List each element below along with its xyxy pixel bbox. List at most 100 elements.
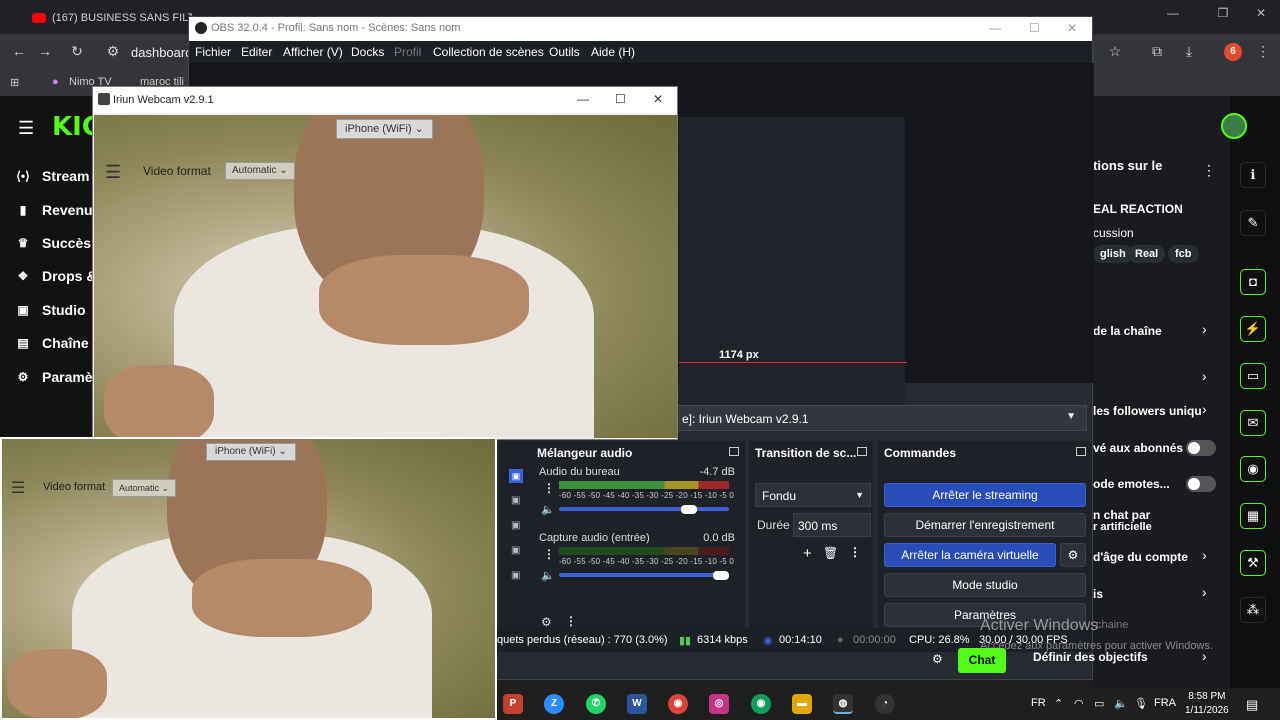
- subscribers-only-toggle[interactable]: [1186, 440, 1216, 456]
- lock-icon[interactable]: ▣: [511, 495, 520, 506]
- broadcast-icon[interactable]: ◉: [1240, 456, 1266, 482]
- device-select[interactable]: iPhone (WiFi) ⌄: [206, 443, 296, 461]
- lightning-icon[interactable]: ⚡: [1240, 316, 1266, 342]
- obs-taskbar-icon[interactable]: ◍: [833, 694, 853, 714]
- emote-mode-toggle[interactable]: [1186, 476, 1216, 492]
- chevron-right-icon[interactable]: ›: [1202, 321, 1207, 337]
- speaker-icon[interactable]: 🔈: [541, 569, 555, 582]
- notification-icon[interactable]: ▤: [1246, 697, 1258, 713]
- close-icon[interactable]: ✕: [653, 92, 663, 106]
- reload-icon[interactable]: ↻: [68, 43, 86, 60]
- menu-edit[interactable]: Editer: [241, 45, 272, 59]
- volume-icon[interactable]: 🔈: [1114, 697, 1128, 710]
- account-age-row[interactable]: d'âge du compte: [1093, 550, 1230, 564]
- volume-slider[interactable]: [559, 573, 729, 577]
- bookmark-star-icon[interactable]: ☆: [1106, 43, 1124, 60]
- transition-select[interactable]: Fondu ▼: [755, 483, 871, 507]
- studio-mode-button[interactable]: Mode studio: [884, 573, 1086, 597]
- undock-icon[interactable]: [729, 447, 739, 456]
- tray-chevron-up-icon[interactable]: ⌃: [1054, 697, 1063, 710]
- microphone-icon[interactable]: 🎙: [1134, 697, 1148, 710]
- lock-icon[interactable]: ▣: [509, 469, 523, 483]
- browser-tab-youtube[interactable]: (167) BUSINESS SANS FILTRE: [32, 6, 192, 30]
- chevron-right-icon[interactable]: ›: [1202, 401, 1207, 417]
- followers-only-row[interactable]: les followers uniqu: [1093, 404, 1230, 418]
- menu-kebab-icon[interactable]: ⋮: [1254, 43, 1272, 60]
- wifi-icon[interactable]: ◠: [1074, 697, 1084, 710]
- chat-bubble-icon[interactable]: ✉: [1240, 410, 1266, 436]
- lock-icon[interactable]: ▣: [511, 545, 520, 556]
- speaker-icon[interactable]: 🔈: [541, 503, 555, 516]
- mixer-settings-gear-icon[interactable]: ⚙: [541, 615, 552, 629]
- file-explorer-icon[interactable]: ▬: [792, 694, 812, 714]
- chevron-right-icon[interactable]: ›: [1202, 368, 1207, 384]
- hamburger-menu-icon[interactable]: ☰: [11, 480, 25, 498]
- whatsapp-icon[interactable]: ✆: [586, 694, 606, 714]
- chevron-right-icon[interactable]: ›: [1202, 547, 1207, 563]
- chevron-right-icon[interactable]: ›: [1202, 584, 1207, 600]
- sidebar-item-settings[interactable]: ⚙ Paramè: [16, 369, 93, 385]
- maximize-icon[interactable]: ☐: [615, 92, 626, 106]
- video-format-select[interactable]: Automatic ⌄: [225, 162, 295, 180]
- stop-virtual-camera-button[interactable]: Arrêter la caméra virtuelle: [884, 543, 1056, 567]
- volume-slider-handle[interactable]: [713, 571, 729, 580]
- tag-chip[interactable]: Real: [1128, 245, 1166, 263]
- instagram-icon[interactable]: ◎: [709, 694, 729, 714]
- close-icon[interactable]: ✕: [1067, 21, 1077, 35]
- menu-file[interactable]: Fichier: [195, 45, 231, 59]
- menu-view[interactable]: Afficher (V): [283, 45, 343, 59]
- duration-input[interactable]: 300 ms: [793, 513, 871, 537]
- note-icon[interactable]: ▭: [1240, 363, 1266, 389]
- define-goals-row[interactable]: Définir des objectifs: [1033, 650, 1148, 664]
- volume-slider-handle[interactable]: [681, 505, 697, 514]
- sidebar-item-channel[interactable]: ▤ Chaîne: [16, 335, 88, 351]
- battery-icon[interactable]: ▭: [1094, 697, 1104, 710]
- tag-chip[interactable]: fcb: [1168, 245, 1199, 263]
- menu-docks[interactable]: Docks: [351, 45, 384, 59]
- channel-avatar[interactable]: [1221, 113, 1247, 139]
- powerpoint-icon[interactable]: P: [503, 694, 523, 714]
- wrench-icon[interactable]: ⚒: [1240, 550, 1266, 576]
- edit-icon[interactable]: ✎: [1240, 210, 1266, 236]
- chrome-icon[interactable]: ◉: [668, 694, 688, 714]
- lock-icon[interactable]: ▣: [511, 570, 520, 581]
- source-selector[interactable]: e]: Iriun Webcam v2.9.1 ▼: [675, 405, 1087, 431]
- settings-row[interactable]: is: [1093, 587, 1230, 601]
- hamburger-menu-icon[interactable]: ☰: [18, 118, 34, 139]
- zoom-icon[interactable]: Z: [544, 694, 564, 714]
- add-transition-icon[interactable]: +: [803, 545, 812, 562]
- tag-chip[interactable]: glish: [1093, 245, 1133, 263]
- apps-grid-icon[interactable]: ⊞: [10, 76, 19, 89]
- maximize-icon[interactable]: ☐: [1029, 21, 1040, 35]
- extensions-icon[interactable]: ⧉: [1148, 43, 1166, 60]
- minimize-icon[interactable]: —: [577, 92, 589, 106]
- restore-icon[interactable]: ❐: [1214, 6, 1232, 20]
- menu-help[interactable]: Aide (H): [591, 45, 635, 59]
- close-icon[interactable]: ✕: [1252, 6, 1270, 20]
- forward-icon[interactable]: →: [36, 43, 54, 59]
- sidebar-item-achievements[interactable]: ♛ Succès: [16, 235, 91, 251]
- keyboard-language[interactable]: FRA: [1154, 697, 1176, 709]
- delete-transition-icon[interactable]: 🗑: [823, 546, 838, 560]
- lock-icon[interactable]: ▣: [511, 520, 520, 531]
- kebab-icon[interactable]: ⋮: [1202, 162, 1216, 179]
- undock-icon[interactable]: [1076, 447, 1086, 456]
- share-icon[interactable]: ⁂: [1240, 597, 1266, 623]
- layout-icon[interactable]: ▦: [1240, 503, 1266, 529]
- start-recording-button[interactable]: Démarrer l'enregistrement: [884, 513, 1086, 537]
- mixer-options-icon[interactable]: ⋮: [543, 547, 555, 561]
- word-icon[interactable]: W: [627, 694, 647, 714]
- device-select[interactable]: iPhone (WiFi) ⌄: [336, 119, 433, 139]
- chrome-profile-icon[interactable]: ◉: [751, 694, 771, 714]
- site-settings-icon[interactable]: ⚙: [104, 43, 122, 60]
- undock-icon[interactable]: [857, 447, 867, 456]
- chat-button[interactable]: Chat: [958, 648, 1006, 673]
- profile-avatar[interactable]: 6: [1224, 43, 1242, 61]
- minimize-icon[interactable]: —: [1164, 6, 1182, 20]
- virtual-camera-settings-icon[interactable]: ⚙: [1060, 543, 1086, 567]
- address-bar[interactable]: dashboard: [131, 45, 192, 60]
- chevron-right-icon[interactable]: ›: [1202, 648, 1207, 664]
- stop-streaming-button[interactable]: Arrêter le streaming: [884, 483, 1086, 507]
- menu-tools[interactable]: Outils: [549, 45, 580, 59]
- sidebar-item-drops[interactable]: ❖ Drops &: [16, 268, 97, 284]
